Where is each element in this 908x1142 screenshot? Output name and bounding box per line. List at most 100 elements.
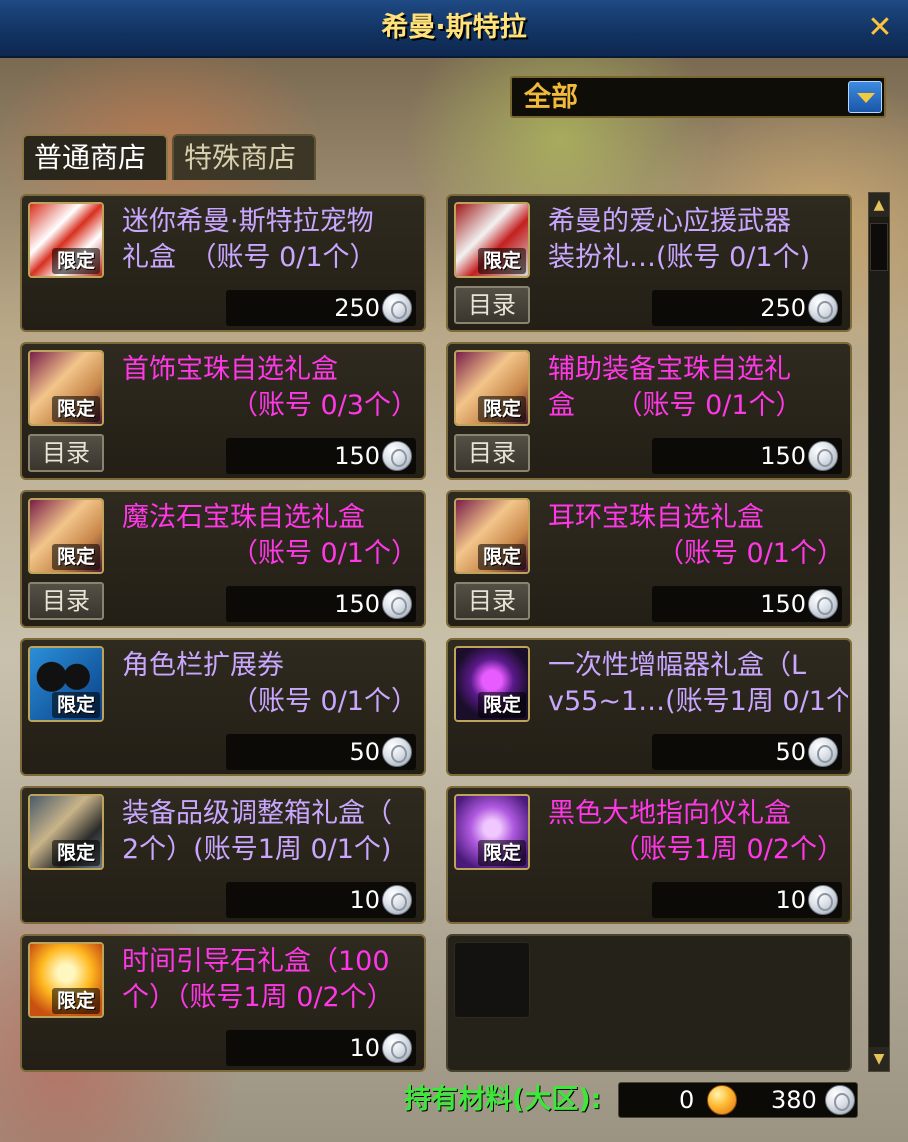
shop-item-card[interactable]: 限定目录 魔法石宝珠自选礼盒 （账号 0/1个） 150 (20, 490, 426, 628)
item-name: 一次性增幅器礼盒（L v55~1…(账号1周 0/1个) (548, 648, 848, 724)
pet-gift-box-icon[interactable]: 限定 (28, 202, 104, 278)
silver-coin-icon (808, 441, 838, 471)
price-box: 10 (226, 882, 416, 918)
item-name-line: （账号1周 0/2个） (612, 834, 844, 865)
price-box: 50 (652, 734, 842, 770)
scrollbar[interactable]: ▲ ▼ (868, 192, 890, 1072)
scroll-up-icon[interactable]: ▲ (869, 193, 889, 217)
shop-item-card[interactable]: 限定 角色栏扩展券 （账号 0/1个） 50 (20, 638, 426, 776)
shop-item-card[interactable]: 限定 时间引导石礼盒（100 个）（账号1周 0/2个） 10 (20, 934, 426, 1072)
grade-adjust-box-icon[interactable]: 限定 (28, 794, 104, 870)
price-value: 250 (334, 294, 380, 322)
amplifier-box-icon[interactable]: 限定 (454, 646, 530, 722)
silver-coin-icon (382, 441, 412, 471)
item-name: 魔法石宝珠自选礼盒 （账号 0/1个） (122, 500, 422, 576)
black-earth-compass-box-icon[interactable]: 限定 (454, 794, 530, 870)
shop-item-card[interactable]: 限定 目录 希曼的爱心应援武器 装扮礼…(账号 0/1个) 250 (446, 194, 852, 332)
dropdown-arrow-icon[interactable] (848, 81, 882, 113)
limited-badge: 限定 (478, 248, 526, 274)
item-name-line: 时间引导石礼盒（100 (122, 946, 390, 977)
shop-item-card[interactable]: 限定 一次性增幅器礼盒（L v55~1…(账号1周 0/1个) 50 (446, 638, 852, 776)
price-value: 250 (760, 294, 806, 322)
item-name-line: （账号 0/1个） (656, 538, 844, 569)
price-box: 50 (226, 734, 416, 770)
shop-item-card[interactable]: 限定目录 耳环宝珠自选礼盒 （账号 0/1个） 150 (446, 490, 852, 628)
tab-normal-shop[interactable]: 普通商店 (22, 134, 168, 180)
limited-badge: 限定 (478, 692, 526, 718)
empty-item-card (446, 934, 852, 1072)
item-name-line: 希曼的爱心应援武器 (548, 206, 791, 237)
silver-coin-icon (382, 737, 412, 767)
accessory-orb-box-icon[interactable]: 限定 (28, 350, 104, 426)
item-list: 限定 迷你希曼·斯特拉宠物 礼盒 （账号 0/1个） 250 限定 目录 希曼的爱心应援武器… (20, 182, 870, 1072)
item-name-line: 装扮礼…(账号 0/1个) (548, 242, 811, 273)
limited-badge: 限定 (52, 840, 100, 866)
owned-materials-box: 0 380 (618, 1082, 858, 1118)
price-value: 150 (760, 442, 806, 470)
weapon-gift-box-icon[interactable]: 限定 (454, 202, 530, 278)
empty-item-slot (454, 942, 530, 1018)
price-value: 150 (760, 590, 806, 618)
catalog-button[interactable]: 目录 (454, 582, 530, 620)
shop-item-card[interactable]: 限定 装备品级调整箱礼盒（ 2个）(账号1周 0/1个) 10 (20, 786, 426, 924)
scroll-thumb[interactable] (870, 223, 888, 271)
item-name-line: 首饰宝珠自选礼盒 (122, 354, 338, 385)
limited-badge: 限定 (52, 692, 100, 718)
item-name: 希曼的爱心应援武器 装扮礼…(账号 0/1个) (548, 204, 848, 280)
price-value: 50 (349, 738, 380, 766)
silver-coin-icon (808, 737, 838, 767)
catalog-button[interactable]: 目录 (454, 286, 530, 324)
item-name: 装备品级调整箱礼盒（ 2个）(账号1周 0/1个) (122, 796, 422, 872)
item-name: 辅助装备宝珠自选礼盒 （账号 0/1个） (548, 352, 848, 428)
gold-amount: 0 (679, 1086, 695, 1114)
title-bar: 希曼·斯特拉 ✕ (0, 0, 908, 58)
silver-coin-icon (382, 885, 412, 915)
item-name-line: （账号 0/1个） (230, 686, 418, 717)
item-name-line: 魔法石宝珠自选礼盒 (122, 502, 365, 533)
limited-badge: 限定 (52, 248, 100, 274)
item-name: 耳环宝珠自选礼盒 （账号 0/1个） (548, 500, 848, 576)
character-slot-ticket-icon[interactable]: 限定 (28, 646, 104, 722)
item-name-line: 装备品级调整箱礼盒（ (122, 798, 392, 829)
price-box: 150 (226, 586, 416, 622)
item-name: 角色栏扩展券 （账号 0/1个） (122, 648, 422, 724)
price-box: 150 (652, 438, 842, 474)
gold-coin-icon (707, 1085, 737, 1115)
time-guide-stone-box-icon[interactable]: 限定 (28, 942, 104, 1018)
item-name: 时间引导石礼盒（100 个）（账号1周 0/2个） (122, 944, 422, 1020)
limited-badge: 限定 (478, 840, 526, 866)
price-box: 150 (226, 438, 416, 474)
price-box: 10 (652, 882, 842, 918)
support-orb-box-icon[interactable]: 限定 (454, 350, 530, 426)
catalog-button[interactable]: 目录 (28, 582, 104, 620)
silver-coin-icon (808, 589, 838, 619)
item-name: 首饰宝珠自选礼盒 （账号 0/3个） (122, 352, 422, 428)
item-name: 黑色大地指向仪礼盒 （账号1周 0/2个） (548, 796, 848, 872)
tab-special-shop[interactable]: 特殊商店 (172, 134, 316, 180)
price-box: 250 (226, 290, 416, 326)
silver-coin-icon (808, 885, 838, 915)
limited-badge: 限定 (52, 544, 100, 570)
item-name-line: 一次性增幅器礼盒（L (548, 650, 807, 681)
shop-item-card[interactable]: 限定目录 首饰宝珠自选礼盒 （账号 0/3个） 150 (20, 342, 426, 480)
item-name-line: 黑色大地指向仪礼盒 (548, 798, 791, 829)
shop-item-card[interactable]: 限定目录 辅助装备宝珠自选礼盒 （账号 0/1个） 150 (446, 342, 852, 480)
item-name-line: 2个）(账号1周 0/1个) (122, 834, 392, 865)
silver-coin-icon (825, 1085, 855, 1115)
shop-item-card[interactable]: 限定 黑色大地指向仪礼盒 （账号1周 0/2个） 10 (446, 786, 852, 924)
close-icon[interactable]: ✕ (862, 10, 898, 46)
item-name-line: 个）（账号1周 0/2个） (122, 982, 394, 1013)
silver-coin-icon (808, 293, 838, 323)
magicstone-orb-box-icon[interactable]: 限定 (28, 498, 104, 574)
item-name-line: 盒 （账号 0/1个） (548, 390, 803, 421)
price-box: 150 (652, 586, 842, 622)
item-name-line: 迷你希曼·斯特拉宠物 (122, 206, 374, 237)
scroll-down-icon[interactable]: ▼ (869, 1047, 889, 1071)
catalog-button[interactable]: 目录 (454, 434, 530, 472)
limited-badge: 限定 (478, 396, 526, 422)
catalog-button[interactable]: 目录 (28, 434, 104, 472)
shop-item-card[interactable]: 限定 迷你希曼·斯特拉宠物 礼盒 （账号 0/1个） 250 (20, 194, 426, 332)
category-filter-dropdown[interactable]: 全部 (510, 76, 886, 118)
earring-orb-box-icon[interactable]: 限定 (454, 498, 530, 574)
limited-badge: 限定 (52, 396, 100, 422)
